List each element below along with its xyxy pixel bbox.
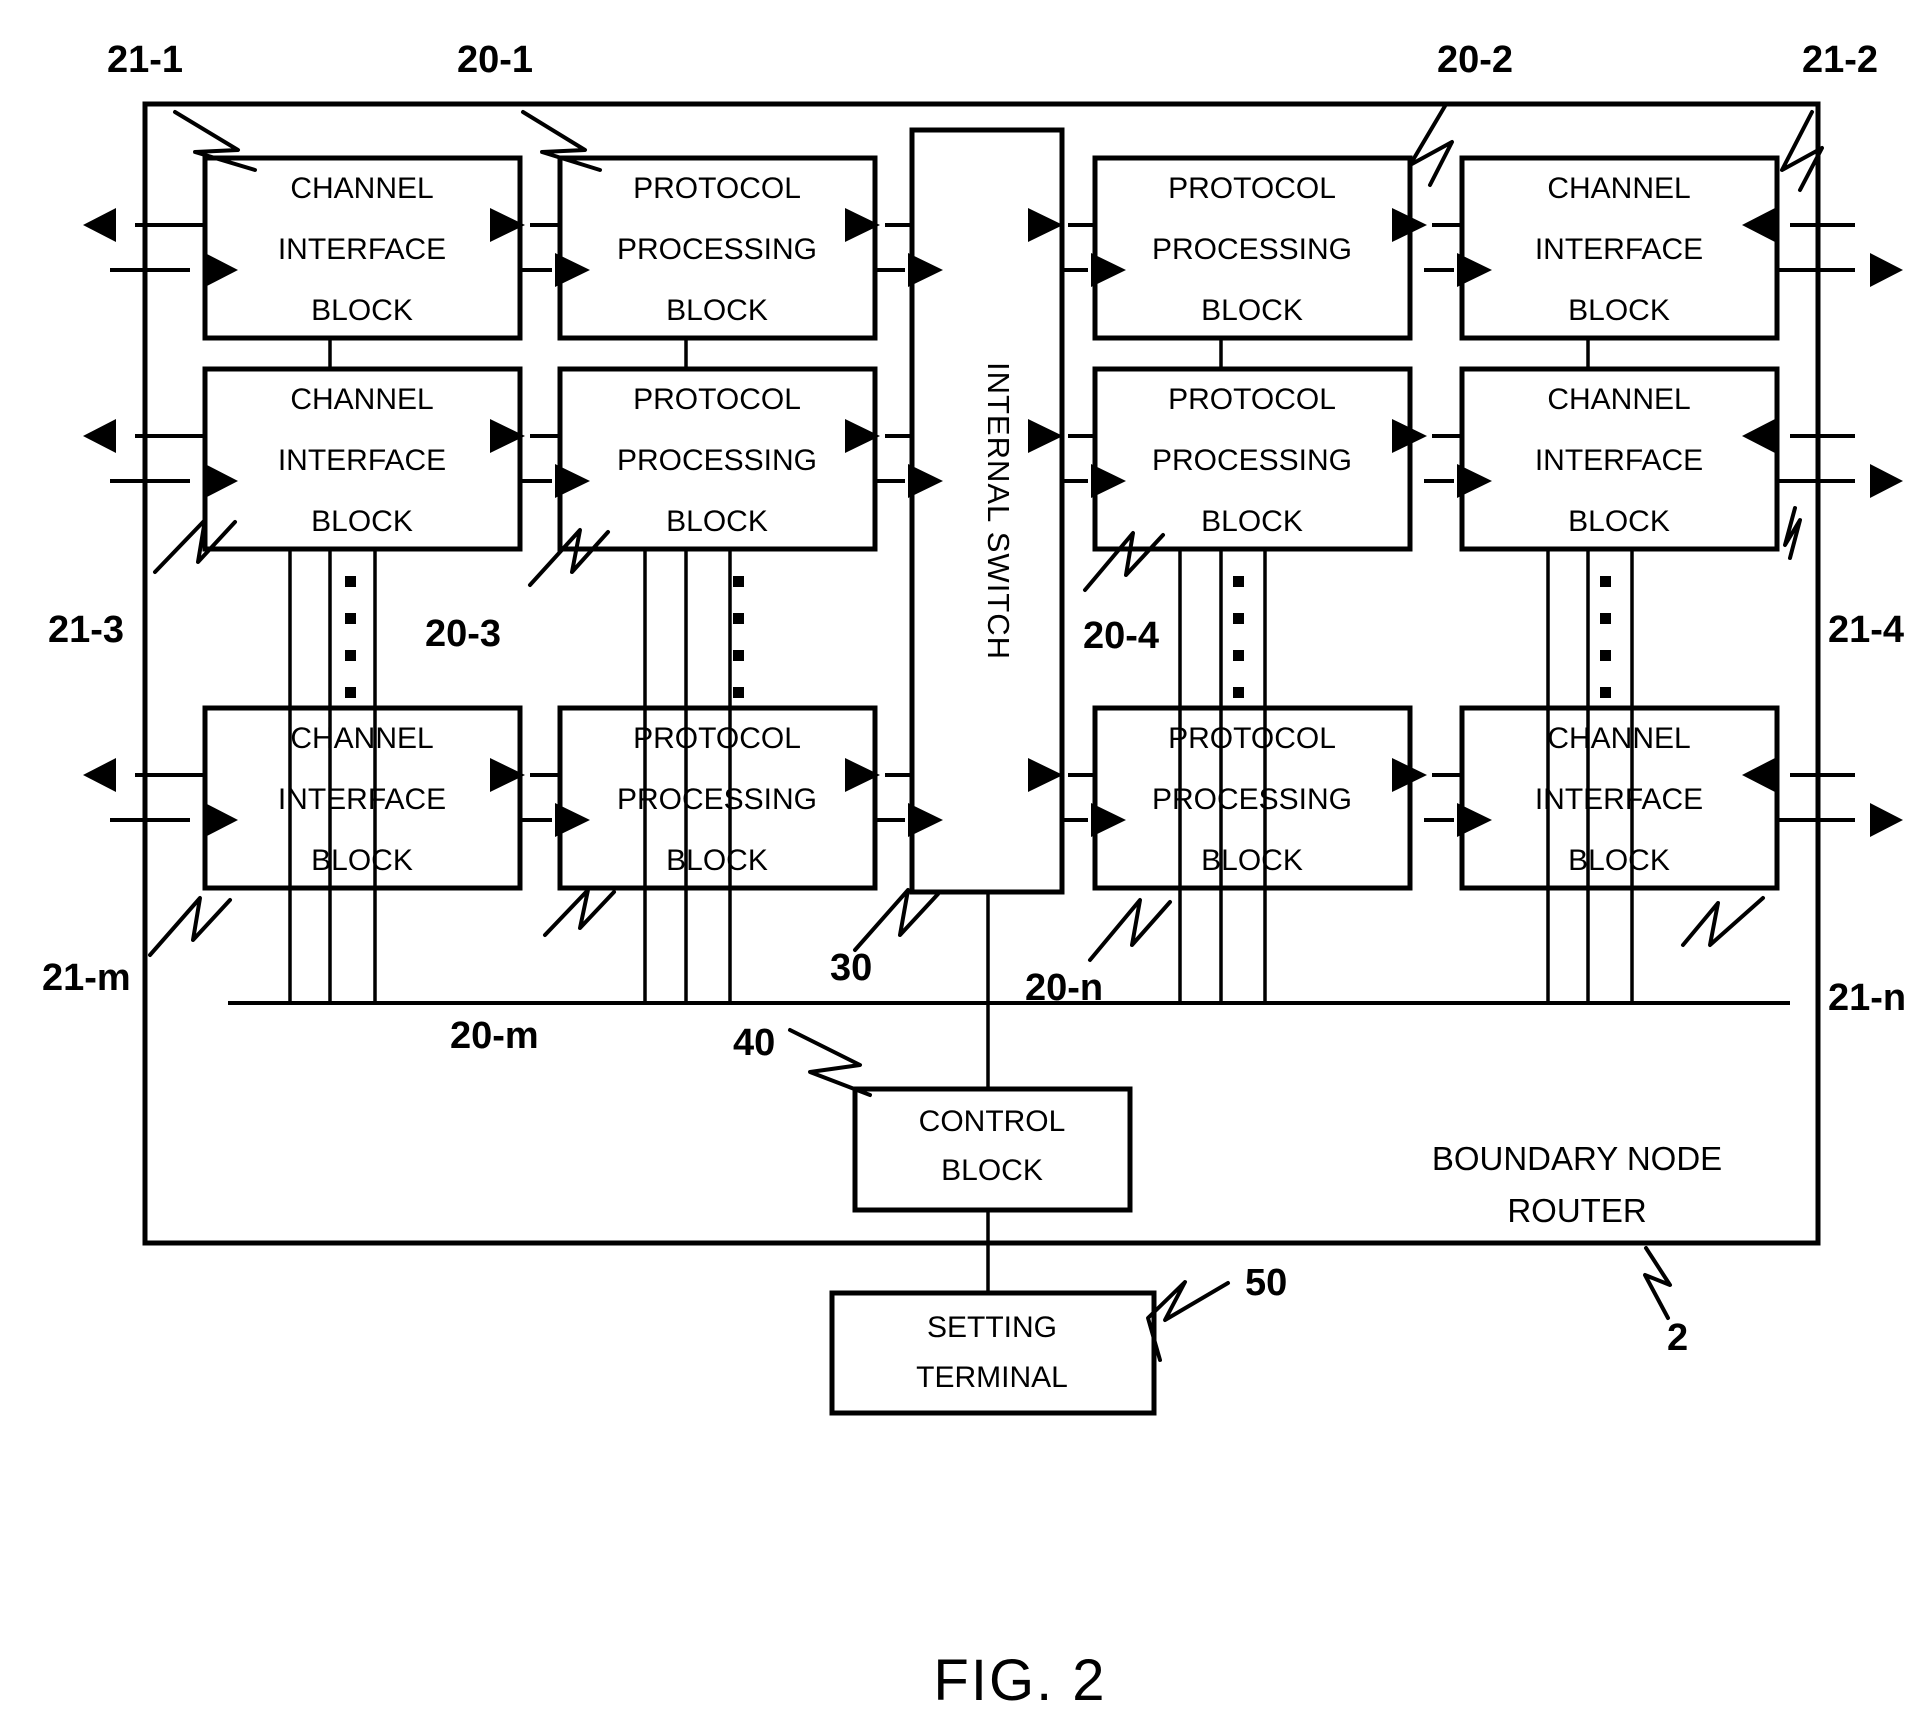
svg-text:CHANNEL: CHANNEL (290, 722, 433, 755)
svg-text:BLOCK: BLOCK (1201, 844, 1303, 877)
leader-21-n (1681, 896, 1765, 947)
svg-text:BLOCK: BLOCK (1201, 505, 1303, 538)
setting-terminal-label-line2: TERMINAL (916, 1361, 1068, 1394)
ref-2: 2 (1667, 1317, 1688, 1359)
ref-20-2: 20-2 (1437, 39, 1513, 81)
ellipsis-left-pp (733, 576, 744, 698)
svg-text:INTERFACE: INTERFACE (1535, 444, 1703, 477)
ref-20-1: 20-1 (457, 39, 533, 81)
boundary-node-router-label-line1: BOUNDARY NODE (1432, 1140, 1722, 1177)
svg-text:BLOCK: BLOCK (1568, 844, 1670, 877)
svg-text:BLOCK: BLOCK (666, 505, 768, 538)
svg-text:CHANNEL: CHANNEL (1547, 172, 1690, 205)
svg-text:PROCESSING: PROCESSING (1152, 444, 1352, 477)
svg-text:INTERFACE: INTERFACE (278, 783, 446, 816)
ref-50: 50 (1245, 1262, 1287, 1304)
svg-text:CHANNEL: CHANNEL (1547, 383, 1690, 416)
svg-text:BLOCK: BLOCK (311, 294, 413, 327)
svg-text:BLOCK: BLOCK (311, 844, 413, 877)
leader-40 (788, 1028, 872, 1097)
leader-21-m (148, 896, 232, 957)
svg-text:PROTOCOL: PROTOCOL (1168, 722, 1336, 755)
leader-30 (853, 888, 940, 952)
svg-text:BLOCK: BLOCK (1201, 294, 1303, 327)
ref-20-3: 20-3 (425, 613, 501, 655)
svg-text:CHANNEL: CHANNEL (1547, 722, 1690, 755)
svg-text:PROCESSING: PROCESSING (617, 233, 817, 266)
ellipsis-right-pp (1233, 576, 1244, 698)
figure-canvas: CHANNEL INTERFACE BLOCK CHANNEL INTERFAC… (0, 0, 1926, 1728)
internal-switch-label: INTERNAL SWITCH (981, 362, 1016, 660)
svg-text:PROTOCOL: PROTOCOL (633, 722, 801, 755)
svg-text:PROTOCOL: PROTOCOL (633, 172, 801, 205)
svg-text:PROCESSING: PROCESSING (617, 783, 817, 816)
control-block-label-line1: CONTROL (919, 1105, 1066, 1138)
svg-text:PROCESSING: PROCESSING (617, 444, 817, 477)
ref-21-4: 21-4 (1828, 609, 1904, 651)
ref-40: 40 (733, 1022, 775, 1064)
svg-text:INTERFACE: INTERFACE (278, 444, 446, 477)
setting-terminal-label-line1: SETTING (927, 1311, 1057, 1344)
svg-text:BLOCK: BLOCK (1568, 505, 1670, 538)
ref-21-1: 21-1 (107, 39, 183, 81)
svg-text:CHANNEL: CHANNEL (290, 172, 433, 205)
svg-text:INTERFACE: INTERFACE (278, 233, 446, 266)
leader-2 (1643, 1246, 1672, 1320)
svg-text:BLOCK: BLOCK (311, 505, 413, 538)
leader-20-2 (1408, 104, 1454, 187)
ellipsis-left-ci (345, 576, 356, 698)
ref-20-n: 20-n (1025, 967, 1103, 1009)
ref-21-2: 21-2 (1802, 39, 1878, 81)
svg-text:BLOCK: BLOCK (666, 844, 768, 877)
figure-caption: FIG. 2 (933, 1648, 1106, 1713)
svg-text:PROCESSING: PROCESSING (1152, 233, 1352, 266)
leader-21-4 (1783, 506, 1802, 560)
svg-text:BLOCK: BLOCK (666, 294, 768, 327)
ref-21-n: 21-n (1828, 977, 1906, 1019)
ref-21-3: 21-3 (48, 609, 124, 651)
ref-20-4: 20-4 (1083, 615, 1159, 657)
boundary-node-router-label-line2: ROUTER (1507, 1192, 1646, 1229)
leader-20-m (543, 888, 616, 937)
svg-text:BLOCK: BLOCK (1568, 294, 1670, 327)
svg-text:INTERFACE: INTERFACE (1535, 233, 1703, 266)
ref-21-m: 21-m (42, 957, 131, 999)
svg-text:PROTOCOL: PROTOCOL (633, 383, 801, 416)
control-block-label-line2: BLOCK (941, 1154, 1043, 1187)
leader-20-n (1088, 898, 1172, 962)
svg-text:PROCESSING: PROCESSING (1152, 783, 1352, 816)
svg-text:CHANNEL: CHANNEL (290, 383, 433, 416)
leader-50 (1146, 1280, 1230, 1362)
svg-text:INTERFACE: INTERFACE (1535, 783, 1703, 816)
ref-30: 30 (830, 947, 872, 989)
svg-text:PROTOCOL: PROTOCOL (1168, 172, 1336, 205)
svg-text:PROTOCOL: PROTOCOL (1168, 383, 1336, 416)
ellipsis-right-ci (1600, 576, 1611, 698)
ref-20-m: 20-m (450, 1015, 539, 1057)
